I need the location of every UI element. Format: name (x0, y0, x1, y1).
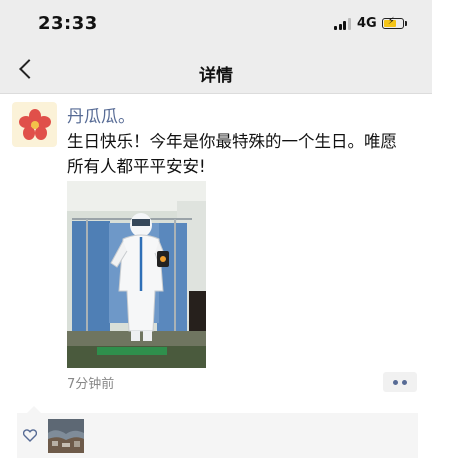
battery-icon: ⚡ (381, 16, 407, 29)
photo-image (67, 181, 206, 368)
network-type: 4G (357, 16, 377, 31)
post-photo[interactable] (67, 181, 206, 368)
post-text: 生日快乐！今年是你最特殊的一个生日。唯愿所有人都平平安安! (67, 132, 397, 176)
username[interactable]: 丹瓜瓜。 (67, 102, 135, 127)
liker-avatar[interactable] (48, 419, 84, 453)
page-title: 详情 (199, 66, 233, 86)
more-icon (393, 379, 398, 385)
status-indicators: 4G ⚡ (334, 16, 407, 31)
avatar[interactable] (12, 102, 57, 147)
likes-area (17, 406, 418, 458)
liker-avatar-image (48, 419, 84, 453)
nav-bar: 详情 (0, 50, 432, 94)
signal-icon (334, 17, 352, 30)
clock: 23:33 (38, 13, 98, 34)
more-button[interactable] (383, 372, 417, 392)
flower-icon (18, 108, 51, 140)
more-icon (402, 379, 407, 385)
post-time: 7分钟前 (67, 377, 115, 392)
heart-icon (23, 429, 37, 442)
status-bar: 23:33 4G ⚡ (0, 0, 432, 50)
